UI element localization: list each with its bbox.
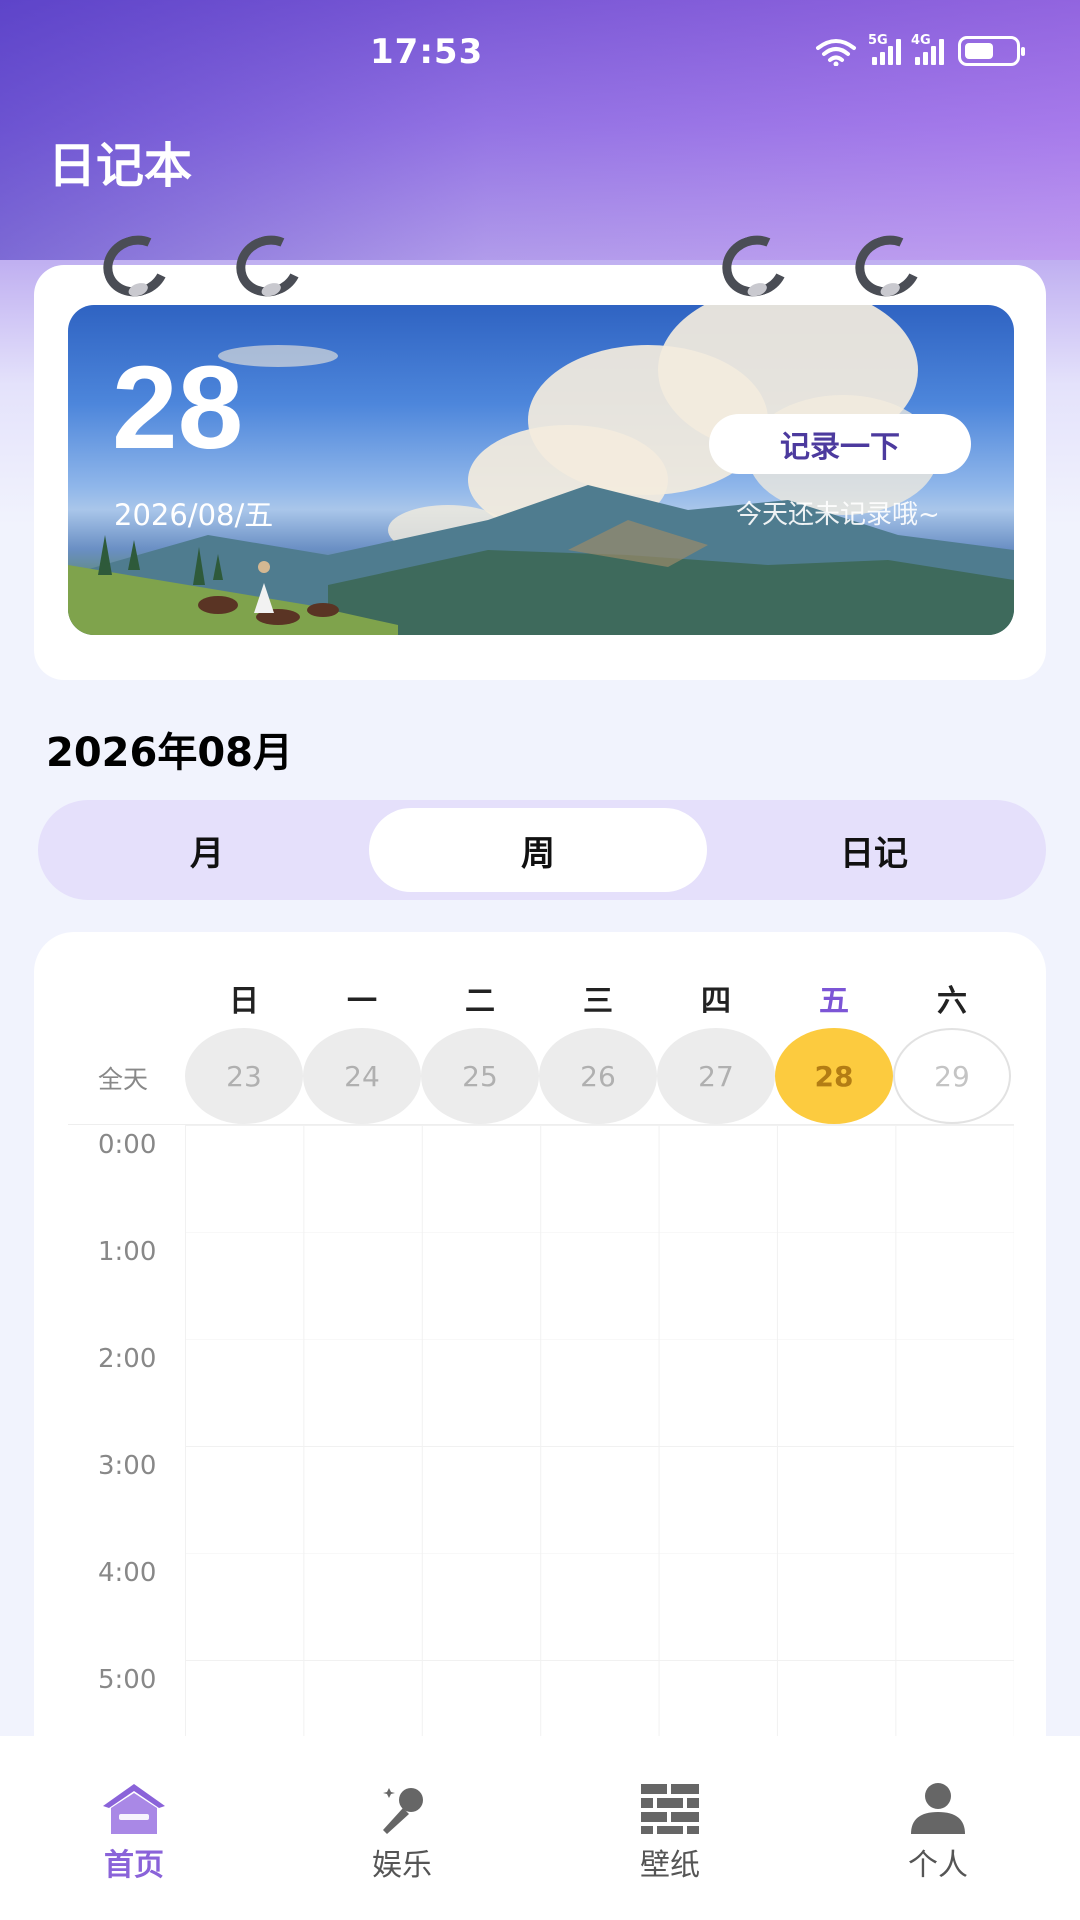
battery-icon xyxy=(958,36,1025,66)
weekday-label: 五 xyxy=(819,984,849,1019)
weekday-label: 一 xyxy=(347,984,377,1019)
record-hint: 今天还未记录哦~ xyxy=(736,500,940,530)
wifi-icon xyxy=(814,36,858,67)
page-title: 日记本 xyxy=(48,138,193,194)
hour-label: 4:00 xyxy=(98,1558,157,1588)
home-icon xyxy=(99,1780,169,1836)
tab-month[interactable]: 月 xyxy=(38,808,376,892)
date-cell[interactable]: 24 xyxy=(303,1028,421,1124)
nav-entertainment[interactable]: 娱乐 xyxy=(332,1780,472,1884)
nav-entertainment-label: 娱乐 xyxy=(372,1848,432,1883)
hour-label: 5:00 xyxy=(98,1665,157,1695)
tab-week[interactable]: 周 xyxy=(369,808,707,892)
hour-label: 3:00 xyxy=(98,1451,157,1481)
signal-4g-label: 4G xyxy=(911,33,931,48)
nav-home[interactable]: 首页 xyxy=(64,1780,204,1884)
person-icon xyxy=(903,1780,973,1836)
date-cell[interactable]: 29 xyxy=(893,1028,1011,1124)
brick-wall-icon xyxy=(635,1780,705,1836)
nav-home-label: 首页 xyxy=(104,1848,164,1883)
view-tabs: 月 周 日记 xyxy=(38,800,1046,900)
date-cell[interactable]: 27 xyxy=(657,1028,775,1124)
signal-5g-label: 5G xyxy=(868,33,888,48)
microphone-icon xyxy=(367,1780,437,1836)
nav-wallpaper-label: 壁纸 xyxy=(640,1848,700,1883)
hour-grid[interactable] xyxy=(185,1125,1014,1737)
banner-date: 2026/08/五 xyxy=(114,498,274,532)
banner-day: 28 xyxy=(112,342,244,474)
hour-label: 2:00 xyxy=(98,1344,157,1374)
status-bar: 17:53 5G 4G xyxy=(0,0,1080,110)
allday-label: 全天 xyxy=(98,1065,149,1094)
nav-wallpaper[interactable]: 壁纸 xyxy=(600,1780,740,1884)
weekday-label: 三 xyxy=(583,984,613,1019)
date-cell[interactable]: 26 xyxy=(539,1028,657,1124)
status-time: 17:53 xyxy=(370,32,484,72)
nav-profile[interactable]: 个人 xyxy=(868,1780,1008,1884)
tab-diary[interactable]: 日记 xyxy=(705,808,1043,892)
month-title: 2026年08月 xyxy=(46,730,293,776)
nav-profile-label: 个人 xyxy=(908,1848,968,1883)
date-cell[interactable]: 23 xyxy=(185,1028,303,1124)
weekday-label: 六 xyxy=(937,984,967,1019)
weekday-label: 日 xyxy=(229,984,259,1019)
weekday-label: 四 xyxy=(701,984,731,1019)
signal-5g-icon: 5G xyxy=(868,33,901,65)
signal-4g-icon: 4G xyxy=(911,33,944,65)
hour-label: 1:00 xyxy=(98,1237,157,1267)
status-icons: 5G 4G xyxy=(814,33,1025,67)
date-cell-today[interactable]: 28 xyxy=(775,1028,893,1124)
hour-label: 0:00 xyxy=(98,1130,157,1160)
date-cell[interactable]: 25 xyxy=(421,1028,539,1124)
weekday-label: 二 xyxy=(465,984,495,1019)
record-button[interactable]: 记录一下 xyxy=(709,414,971,474)
